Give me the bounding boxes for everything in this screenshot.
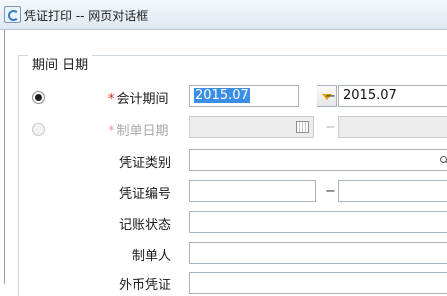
period-to-value: 2015.07 bbox=[343, 88, 397, 103]
required-mark: * bbox=[108, 92, 115, 107]
period-from-value: 2015.07 bbox=[194, 88, 250, 103]
period-range-separator: − bbox=[325, 89, 336, 104]
required-mark: * bbox=[108, 124, 115, 139]
date-label: 制单日期 bbox=[116, 124, 169, 139]
period-from-input[interactable]: 2015.07 bbox=[189, 85, 299, 107]
date-to-input[interactable] bbox=[338, 116, 447, 138]
voucher-number-to-input[interactable] bbox=[338, 180, 447, 202]
period-to-input[interactable]: 2015.07 bbox=[338, 85, 447, 107]
date-label-wrap: * 制单日期 bbox=[108, 120, 169, 139]
preparer-label: 制单人 bbox=[132, 249, 172, 264]
voucher-number-label: 凭证编号 bbox=[119, 187, 172, 202]
voucher-number-separator: − bbox=[325, 184, 336, 199]
date-radio[interactable] bbox=[32, 123, 45, 136]
period-label: 会计期间 bbox=[116, 92, 169, 107]
dialog-titlebar[interactable]: 凭证打印 -- 网页对话框 bbox=[0, 0, 447, 30]
period-label-wrap: * 会计期间 bbox=[108, 88, 169, 107]
voucher-type-input[interactable] bbox=[189, 149, 447, 171]
period-radio[interactable] bbox=[32, 91, 45, 104]
calendar-icon[interactable] bbox=[292, 116, 312, 138]
ie-page-icon bbox=[4, 6, 21, 23]
lookup-icon[interactable] bbox=[440, 156, 447, 164]
preparer-input[interactable] bbox=[189, 242, 447, 264]
voucher-number-from-input[interactable] bbox=[189, 180, 316, 202]
posting-status-select[interactable] bbox=[189, 211, 447, 233]
period-date-legend: 期间 日期 bbox=[28, 54, 93, 73]
posting-status-label: 记账状态 bbox=[119, 218, 172, 233]
date-range-separator: − bbox=[325, 120, 336, 135]
voucher-type-label: 凭证类别 bbox=[119, 156, 172, 171]
dialog-title: 凭证打印 -- 网页对话框 bbox=[24, 9, 149, 23]
foreign-currency-input[interactable] bbox=[189, 272, 447, 294]
